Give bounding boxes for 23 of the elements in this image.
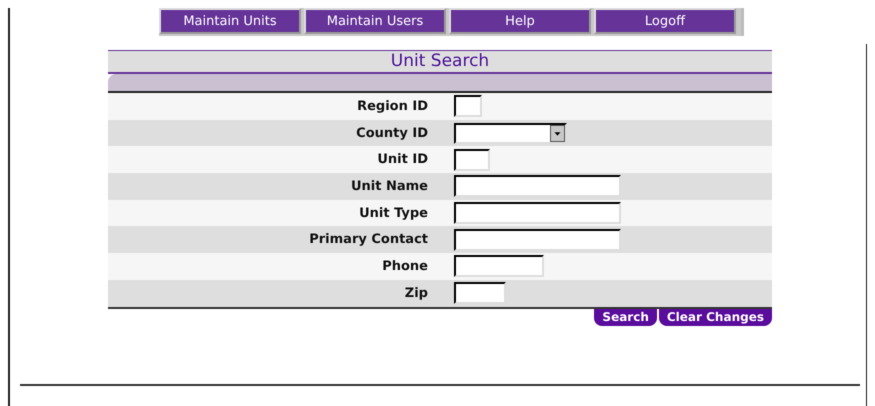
clear-button[interactable]: Clear Changes xyxy=(658,308,772,326)
input-field[interactable] xyxy=(454,255,544,278)
input-field[interactable] xyxy=(454,202,621,224)
nav-button[interactable]: Maintain Users xyxy=(304,8,446,34)
nav-button[interactable]: Logoff xyxy=(594,8,736,34)
field-label: Primary Contact xyxy=(308,232,428,248)
search-button[interactable]: Search xyxy=(594,308,657,326)
nav-button[interactable]: Maintain Units xyxy=(159,8,301,34)
field-label: Phone xyxy=(381,258,428,274)
input-field[interactable] xyxy=(454,175,621,198)
field-label: Region ID xyxy=(356,98,428,114)
field-label: Unit Type xyxy=(358,206,428,221)
input-field[interactable] xyxy=(454,228,621,251)
input-field[interactable] xyxy=(454,282,506,304)
form-title: Unit Search xyxy=(108,50,772,74)
field-label: Unit Name xyxy=(350,178,428,194)
field-label: Unit ID xyxy=(376,152,428,168)
input-field[interactable] xyxy=(454,95,482,118)
dropdown-field[interactable] xyxy=(454,122,567,144)
field-label: County ID xyxy=(355,126,428,141)
nav-button[interactable]: Help xyxy=(449,8,591,34)
field-label: Zip xyxy=(404,286,428,301)
input-field[interactable] xyxy=(454,148,490,171)
